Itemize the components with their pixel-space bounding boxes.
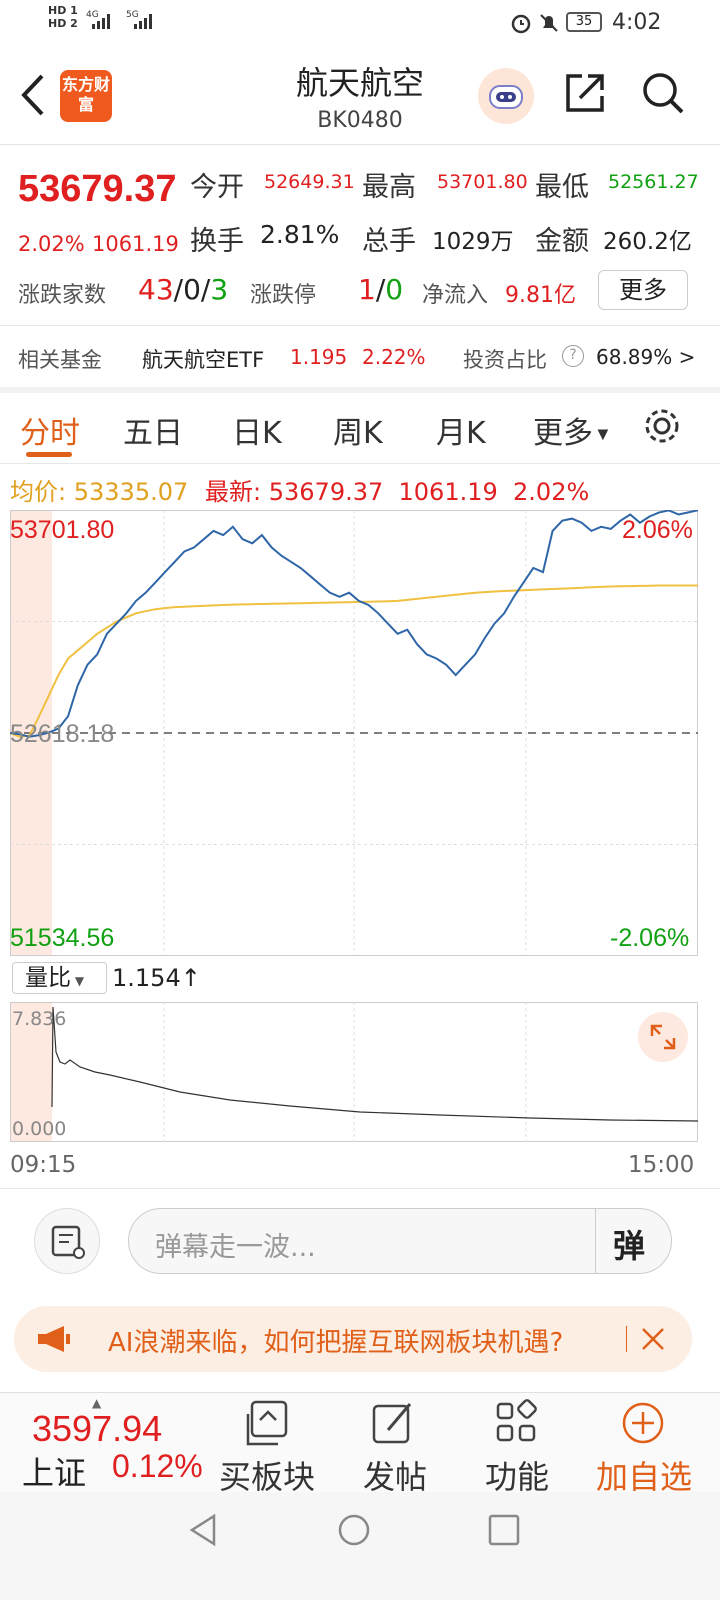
search-icon[interactable] <box>640 70 686 116</box>
sim-indicators: HD 1 HD 2 <box>48 4 78 30</box>
tab-monthly-k[interactable]: 月K <box>436 408 486 452</box>
fund-price: 1.195 <box>290 345 348 369</box>
functions-grid-icon[interactable] <box>492 1398 542 1448</box>
danmu-placeholder: 弹幕走一波... <box>155 1232 316 1263</box>
limit-values: 1/0 <box>358 273 404 306</box>
recents-square-icon[interactable] <box>484 1510 524 1550</box>
alarm-icon <box>511 14 531 34</box>
volume-ratio-line <box>51 1006 698 1122</box>
tab-weekly-k[interactable]: 周K <box>333 408 383 452</box>
limit-label: 涨跌停 <box>250 283 317 308</box>
stock-code: BK0480 <box>317 108 403 133</box>
add-watchlist-icon[interactable] <box>618 1398 668 1448</box>
mute-icon <box>540 14 558 32</box>
change-value: 1061.19 <box>92 232 179 256</box>
danmu-input[interactable]: 弹幕走一波... 弹 <box>128 1208 672 1274</box>
netflow-value: 9.81亿 <box>505 283 576 308</box>
robot-assistant-icon[interactable] <box>478 68 534 124</box>
tab-indicator <box>26 452 72 457</box>
turnover-value: 2.81% <box>260 220 340 249</box>
fund-pct: 2.22% <box>362 345 426 369</box>
banner-text: AI浪潮来临，如何把握互联网板块机遇? <box>108 1328 564 1358</box>
index-pct[interactable]: 0.12% <box>112 1448 203 1485</box>
vol-bottom-label: 0.000 <box>12 1118 67 1140</box>
open-label: 今开 <box>190 172 244 203</box>
turnover-label: 换手 <box>190 226 244 257</box>
high-label: 最高 <box>362 172 416 203</box>
home-circle-icon[interactable] <box>334 1510 374 1550</box>
danmu-settings-icon[interactable] <box>34 1208 100 1274</box>
input-divider <box>595 1209 596 1273</box>
expand-icon[interactable] <box>638 1012 688 1062</box>
tab-more[interactable]: 更多 ▼ <box>533 408 608 452</box>
tab-daily-k[interactable]: 日K <box>232 408 282 452</box>
chart-top-pct: 2.06% <box>622 516 693 544</box>
share-icon[interactable] <box>562 70 608 116</box>
amount-label: 金额 <box>535 226 589 257</box>
back-triangle-icon[interactable] <box>184 1510 224 1550</box>
post-edit-icon[interactable] <box>368 1398 418 1448</box>
signal-icon <box>92 14 110 29</box>
page-title: 航天航空 <box>295 64 424 102</box>
netflow-label: 净流入 <box>422 283 489 308</box>
vol-top-label: 7.836 <box>12 1008 67 1030</box>
fund-label: 相关基金 <box>18 348 102 372</box>
volume-value: 1029万 <box>432 229 514 255</box>
avg-legend: 均价: 53335.07 <box>10 478 189 506</box>
volume-ratio-value: 1.154↑ <box>112 964 201 992</box>
current-price: 53679.37 <box>18 168 177 210</box>
low-label: 最低 <box>535 172 589 203</box>
breadth-values: 43/0/3 <box>138 273 229 306</box>
tab-fenshi[interactable]: 分时 <box>20 408 80 452</box>
chart-mid-label: 52618.18 <box>10 720 115 748</box>
ratio-value[interactable]: 68.89% > <box>596 345 695 369</box>
danmu-toggle-button[interactable]: 弹 <box>613 1221 645 1267</box>
megaphone-icon <box>38 1326 70 1352</box>
clock: 4:02 <box>612 10 662 35</box>
latest-legend: 最新: 53679.37 1061.19 2.02% <box>205 478 590 506</box>
index-value[interactable]: 3597.94 <box>32 1408 162 1450</box>
chart-top-label: 53701.80 <box>10 516 115 544</box>
ratio-label: 投资占比 <box>463 348 547 372</box>
low-value: 52561.27 <box>608 171 699 193</box>
open-value: 52649.31 <box>264 171 355 193</box>
signal-5g-icon <box>134 14 152 29</box>
volume-ratio-dropdown[interactable]: 量比 ▼ <box>12 962 107 994</box>
help-icon[interactable]: ? <box>562 345 584 367</box>
divider <box>0 325 720 326</box>
amount-value: 260.2亿 <box>603 229 692 255</box>
time-end: 15:00 <box>628 1152 695 1178</box>
promo-banner[interactable]: AI浪潮来临，如何把握互联网板块机遇? <box>14 1306 692 1372</box>
more-button[interactable]: 更多 <box>598 270 688 310</box>
settings-gear-icon[interactable] <box>642 406 682 446</box>
high-value: 53701.80 <box>437 171 528 193</box>
tab-five-day[interactable]: 五日 <box>123 408 183 452</box>
battery-icon: 35 <box>566 12 602 32</box>
section-gap <box>0 387 720 393</box>
buy-sector-icon[interactable] <box>242 1398 292 1448</box>
time-start: 09:15 <box>10 1152 77 1178</box>
banner-divider <box>626 1326 627 1352</box>
chart-bottom-pct: -2.06% <box>610 924 690 952</box>
chart-bottom-label: 51534.56 <box>10 924 115 952</box>
close-icon[interactable] <box>640 1326 666 1352</box>
fund-name[interactable]: 航天航空ETF <box>142 344 264 374</box>
breadth-label: 涨跌家数 <box>18 283 107 308</box>
status-bar: HD 1 HD 2 4G 5G 35 4:02 <box>0 0 720 50</box>
index-name[interactable]: 上证 <box>22 1448 86 1494</box>
volume-ratio-chart[interactable] <box>10 1002 698 1142</box>
divider <box>0 1188 720 1189</box>
volume-label: 总手 <box>362 226 416 257</box>
divider <box>0 463 720 464</box>
change-pct: 2.02% <box>18 232 85 256</box>
